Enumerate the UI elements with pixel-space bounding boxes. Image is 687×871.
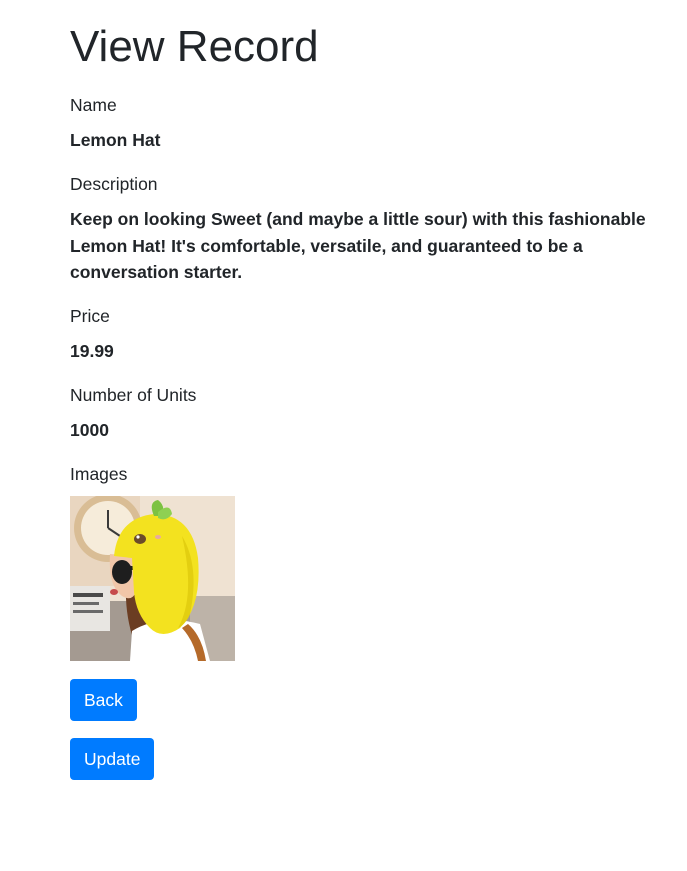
- description-value: Keep on looking Sweet (and maybe a littl…: [70, 209, 646, 282]
- units-value: 1000: [70, 420, 109, 440]
- name-label: Name: [70, 95, 117, 115]
- units-label: Number of Units: [70, 385, 197, 405]
- price-value: 19.99: [70, 341, 114, 361]
- page-title: View Record: [70, 22, 319, 71]
- lemon-hat-photo-icon: [70, 496, 235, 661]
- back-button[interactable]: Back: [70, 679, 137, 721]
- price-label: Price: [70, 306, 110, 326]
- product-image: [70, 496, 235, 661]
- images-label: Images: [70, 464, 128, 484]
- update-button[interactable]: Update: [70, 738, 155, 780]
- description-label: Description: [70, 174, 158, 194]
- name-value: Lemon Hat: [70, 130, 161, 150]
